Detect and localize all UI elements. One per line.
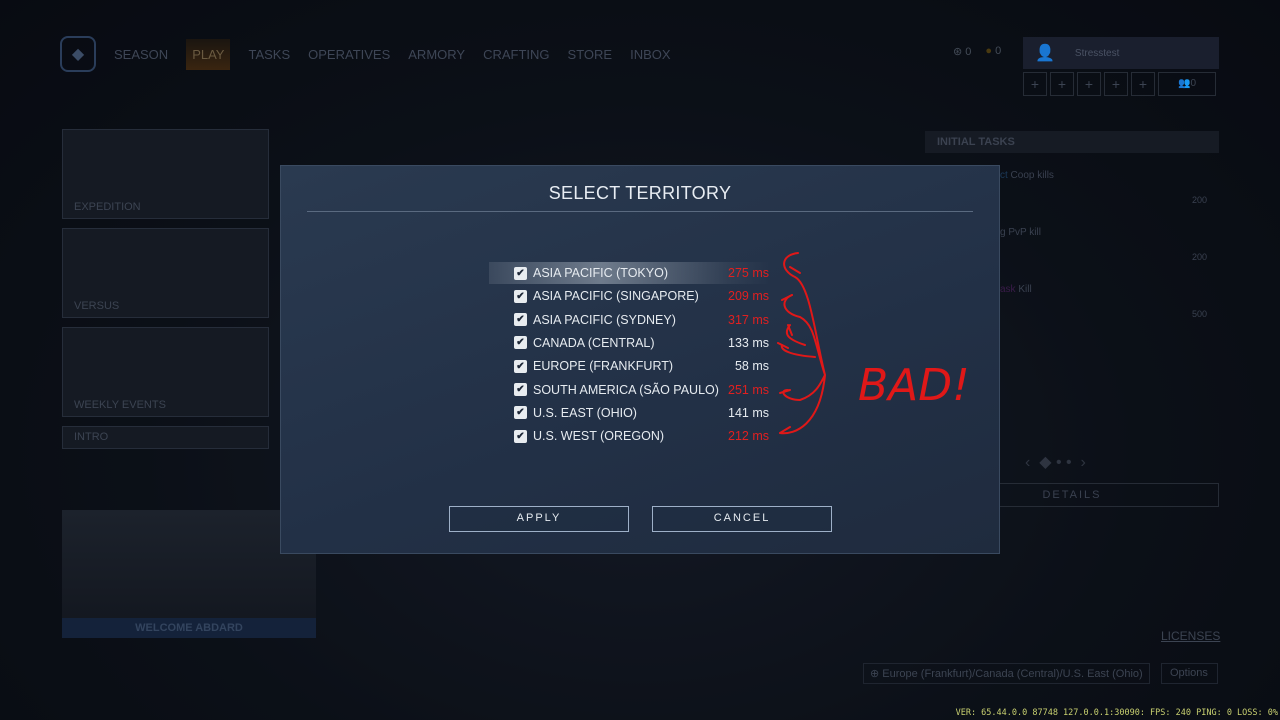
region-name: CANADA (CENTRAL) xyxy=(533,335,655,350)
bad-annotation: BAD! xyxy=(777,252,970,435)
territory-row[interactable]: ✔ U.S. EAST (OHIO) 141 ms xyxy=(489,402,769,424)
globe-icon: ⊕ xyxy=(870,668,880,680)
territory-selector[interactable]: ⊕ Europe (Frankfurt)/Canada (Central)/U.… xyxy=(863,663,1150,684)
region-ping: 133 ms xyxy=(728,335,769,350)
top-nav: ◆ SEASON PLAY TASKS OPERATIVES ARMORY CR… xyxy=(60,36,671,72)
currency-bar: ⊛ 0 ● 0 xyxy=(953,45,1001,58)
task-item[interactable]: ct Coop kills 200 xyxy=(1000,170,1219,210)
region-ping: 209 ms xyxy=(728,289,769,304)
nav-armory[interactable]: ARMORY xyxy=(408,47,465,62)
options-button[interactable]: Options xyxy=(1161,663,1218,684)
territory-row[interactable]: ✔ ASIA PACIFIC (TOKYO) 275 ms xyxy=(489,262,769,284)
annotation-text: BAD! xyxy=(858,360,970,411)
region-name: EUROPE (FRANKFURT) xyxy=(533,359,674,374)
version-info: VER: 65.44.0.0 87748 127.0.0.1:30090: FP… xyxy=(955,708,1278,718)
task-highlight: ct xyxy=(1000,170,1008,181)
region-name: U.S. EAST (OHIO) xyxy=(533,405,637,420)
add-party-slot[interactable]: + xyxy=(1131,72,1155,96)
checkbox[interactable]: ✔ xyxy=(514,406,527,420)
nav-crafting[interactable]: CRAFTING xyxy=(483,47,549,62)
friends-count: 0 xyxy=(1190,78,1196,89)
task-highlight: ask xyxy=(1000,284,1016,295)
game-logo-icon: ◆ xyxy=(60,36,96,72)
checkbox[interactable]: ✔ xyxy=(514,429,527,443)
welcome-banner: WELCOME ABDARD xyxy=(62,618,316,638)
gold-icon: ● xyxy=(985,45,993,57)
region-ping: 141 ms xyxy=(728,405,769,420)
party-slots: + + + + + 👥0 xyxy=(1023,72,1216,96)
territory-label: Europe (Frankfurt)/Canada (Central)/U.S.… xyxy=(882,668,1143,680)
gold-value: 0 xyxy=(995,45,1002,57)
avatar-icon: 👤 xyxy=(1035,45,1055,62)
nav-play[interactable]: PLAY xyxy=(186,38,231,70)
add-party-slot[interactable]: + xyxy=(1104,72,1128,96)
add-party-slot[interactable]: + xyxy=(1050,72,1074,96)
mode-versus[interactable]: VERSUS xyxy=(62,228,269,318)
checkbox[interactable]: ✔ xyxy=(514,336,527,350)
username: Stresstest xyxy=(1074,47,1120,59)
task-item[interactable]: ask Kill 500 xyxy=(1000,284,1219,324)
territory-row[interactable]: ✔ ASIA PACIFIC (SYDNEY) 317 ms xyxy=(489,309,769,331)
task-item[interactable]: g PvP kill 200 xyxy=(1000,227,1219,267)
task-text: Kill xyxy=(1015,284,1032,295)
territory-row[interactable]: ✔ EUROPE (FRANKFURT) 58 ms xyxy=(489,355,769,377)
region-name: ASIA PACIFIC (SYDNEY) xyxy=(533,312,676,327)
nav-operatives[interactable]: OPERATIVES xyxy=(308,47,390,62)
task-text: g PvP kill xyxy=(1000,227,1041,238)
checkbox[interactable]: ✔ xyxy=(514,313,527,327)
checkbox[interactable]: ✔ xyxy=(514,359,527,373)
credits-icon: ⊛ xyxy=(953,46,963,58)
checkbox[interactable]: ✔ xyxy=(514,266,527,280)
task-text: Coop kills xyxy=(1007,170,1054,181)
region-name: ASIA PACIFIC (SINGAPORE) xyxy=(533,289,699,304)
dialog-title: SELECT TERRITORY xyxy=(548,183,732,203)
region-ping: 212 ms xyxy=(728,429,769,444)
nav-season[interactable]: SEASON xyxy=(114,47,168,62)
checkbox[interactable]: ✔ xyxy=(514,383,527,396)
operative-card[interactable]: WELCOME ABDARD xyxy=(62,510,316,638)
region-name: U.S. WEST (OREGON) xyxy=(533,429,665,444)
add-party-slot[interactable]: + xyxy=(1077,72,1101,96)
tasks-title: INITIAL TASKS xyxy=(925,131,1219,153)
mode-weekly-events[interactable]: WEEKLY EVENTS xyxy=(62,327,269,417)
add-party-slot[interactable]: + xyxy=(1023,72,1047,96)
territory-row[interactable]: ✔ ASIA PACIFIC (SINGAPORE) 209 ms xyxy=(489,285,769,307)
territory-row[interactable]: ✔ U.S. WEST (OREGON) 212 ms xyxy=(489,425,769,447)
region-name: ASIA PACIFIC (TOKYO) xyxy=(533,266,668,280)
mode-intro[interactable]: INTRO xyxy=(62,426,269,449)
title-divider xyxy=(307,211,973,212)
region-ping: 317 ms xyxy=(728,312,769,327)
user-profile[interactable]: 👤 Stresstest xyxy=(1023,37,1219,69)
checkbox[interactable]: ✔ xyxy=(514,289,527,303)
friends-button[interactable]: 👥0 xyxy=(1158,72,1216,96)
credits-value: 0 xyxy=(965,46,972,58)
mode-expedition[interactable]: EXPEDITION xyxy=(62,129,269,219)
task-pager[interactable]: ‹ ◆ • • › xyxy=(1025,452,1086,472)
region-ping: 58 ms xyxy=(734,359,769,374)
task-reward: 200 xyxy=(1191,195,1207,205)
nav-inbox[interactable]: INBOX xyxy=(630,47,670,62)
nav-tasks[interactable]: TASKS xyxy=(248,47,290,62)
cancel-button[interactable]: CANCEL xyxy=(652,506,832,532)
region-ping: 251 ms xyxy=(728,382,769,397)
task-reward: 500 xyxy=(1191,309,1207,319)
task-reward: 200 xyxy=(1191,252,1207,262)
nav-store[interactable]: STORE xyxy=(568,47,613,62)
territory-row[interactable]: ✔ CANADA (CENTRAL) 133 ms xyxy=(489,332,769,354)
friends-icon: 👥 xyxy=(1177,78,1191,89)
territory-row[interactable]: ✔ SOUTH AMERICA (SÃO PAULO) 251 ms xyxy=(489,379,769,401)
region-ping: 275 ms xyxy=(728,266,769,280)
region-name: SOUTH AMERICA (SÃO PAULO) xyxy=(533,382,719,397)
licenses-link[interactable]: LICENSES xyxy=(1161,629,1220,643)
apply-button[interactable]: APPLY xyxy=(449,506,629,532)
